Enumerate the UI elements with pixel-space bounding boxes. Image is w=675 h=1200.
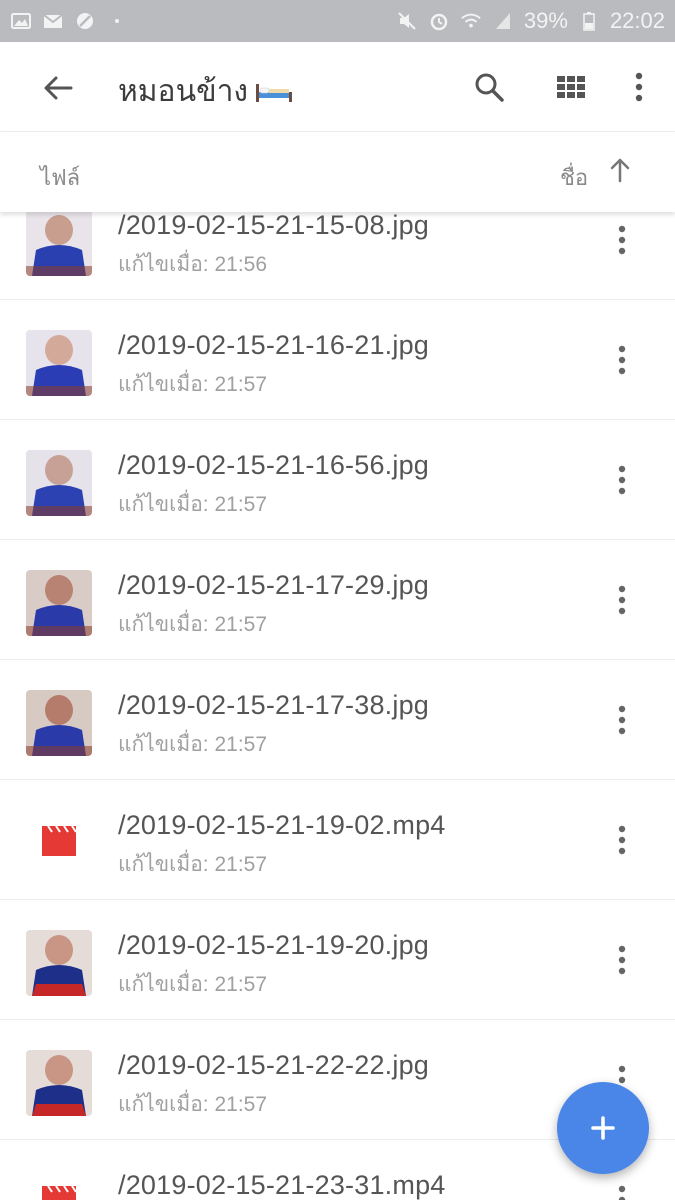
dot-icon [106,12,128,30]
file-row[interactable]: /2019-02-15-21-19-02.mp4 แก้ไขเมื่อ: 21:5… [0,780,675,900]
arrow-back-icon [44,76,73,100]
more-vert-icon [618,825,626,855]
app-bar: หมอนข้าง [0,42,675,132]
file-more-button[interactable] [606,938,638,982]
file-row[interactable]: /2019-02-15-21-16-56.jpg แก้ไขเมื่อ: 21:5… [0,420,675,540]
file-modified-time: แก้ไขเมื่อ: 21:57 [118,853,268,876]
plus-icon [591,1116,615,1140]
file-name: /2019-02-15-21-23-31.mp4 [118,1170,446,1200]
file-more-button[interactable] [606,1178,638,1200]
back-button[interactable] [36,66,80,110]
video-file-icon [40,1184,80,1200]
status-left-icons [10,12,128,30]
file-more-button[interactable] [606,698,638,742]
overflow-menu-button[interactable] [616,64,662,110]
image-thumbnail [26,210,92,276]
image-thumbnail [26,330,92,396]
file-modified-time: แก้ไขเมื่อ: 21:57 [118,1093,268,1116]
file-name: /2019-02-15-21-22-22.jpg [118,1050,430,1080]
search-icon [475,73,504,102]
sort-by-button[interactable]: ชื่อ [560,160,588,195]
page-title: หมอนข้าง [118,68,294,115]
bed-icon [254,80,294,104]
more-vert-icon [618,225,626,255]
file-name: /2019-02-15-21-17-29.jpg [118,570,430,600]
wifi-icon [460,12,482,30]
more-vert-icon [635,72,643,102]
file-more-button[interactable] [606,218,638,262]
file-modified-time: แก้ไขเมื่อ: 21:56 [118,253,268,276]
image-thumbnail [26,1050,92,1116]
blocked-icon [74,12,96,30]
page-title-text: หมอนข้าง [118,75,249,108]
file-list: /2019-02-15-21-15-08.jpg แก้ไขเมื่อ: 21:5… [0,180,675,1200]
file-more-button[interactable] [606,458,638,502]
file-more-button[interactable] [606,338,638,382]
file-modified-time: แก้ไขเมื่อ: 21:57 [118,973,268,996]
image-icon [10,12,32,30]
image-thumbnail [26,690,92,756]
clock: 22:02 [609,8,665,33]
file-name: /2019-02-15-21-15-08.jpg [118,210,430,240]
more-vert-icon [618,585,626,615]
more-vert-icon [618,945,626,975]
battery-percent: 39% [523,8,568,33]
file-modified-time: แก้ไขเมื่อ: 21:57 [118,373,268,396]
video-file-icon [40,824,80,858]
status-right-icons: 39% 22:02 [396,8,665,34]
more-vert-icon [618,465,626,495]
sort-header: ไฟล์ ชื่อ [0,132,675,212]
sort-direction-button[interactable] [604,154,636,186]
file-row[interactable]: /2019-02-15-21-17-29.jpg แก้ไขเมื่อ: 21:5… [0,540,675,660]
status-bar: 39% 22:02 [0,0,675,42]
image-thumbnail [26,930,92,996]
signal-icon [492,12,514,30]
battery-icon [578,12,600,31]
arrow-up-icon [610,158,630,183]
file-name: /2019-02-15-21-17-38.jpg [118,690,430,720]
more-vert-icon [618,705,626,735]
file-name: /2019-02-15-21-19-20.jpg [118,930,430,960]
file-more-button[interactable] [606,578,638,622]
grid-view-button[interactable] [548,64,594,110]
more-vert-icon [618,345,626,375]
file-modified-time: แก้ไขเมื่อ: 21:57 [118,733,268,756]
file-row[interactable]: /2019-02-15-21-17-38.jpg แก้ไขเมื่อ: 21:5… [0,660,675,780]
file-row[interactable]: /2019-02-15-21-16-21.jpg แก้ไขเมื่อ: 21:5… [0,300,675,420]
image-thumbnail [26,570,92,636]
file-name: /2019-02-15-21-19-02.mp4 [118,810,446,840]
mail-icon [42,12,64,30]
grid-view-icon [557,76,585,98]
file-more-button[interactable] [606,818,638,862]
image-thumbnail [26,450,92,516]
search-button[interactable] [466,64,512,110]
files-section-label: ไฟล์ [40,165,81,190]
file-name: /2019-02-15-21-16-56.jpg [118,450,430,480]
more-vert-icon [618,1185,626,1200]
file-row[interactable]: /2019-02-15-21-19-20.jpg แก้ไขเมื่อ: 21:5… [0,900,675,1020]
mute-icon [396,12,418,30]
add-fab-button[interactable] [557,1082,649,1174]
file-modified-time: แก้ไขเมื่อ: 21:57 [118,493,268,516]
file-modified-time: แก้ไขเมื่อ: 21:57 [118,613,268,636]
alarm-icon [428,12,450,31]
file-name: /2019-02-15-21-16-21.jpg [118,330,430,360]
